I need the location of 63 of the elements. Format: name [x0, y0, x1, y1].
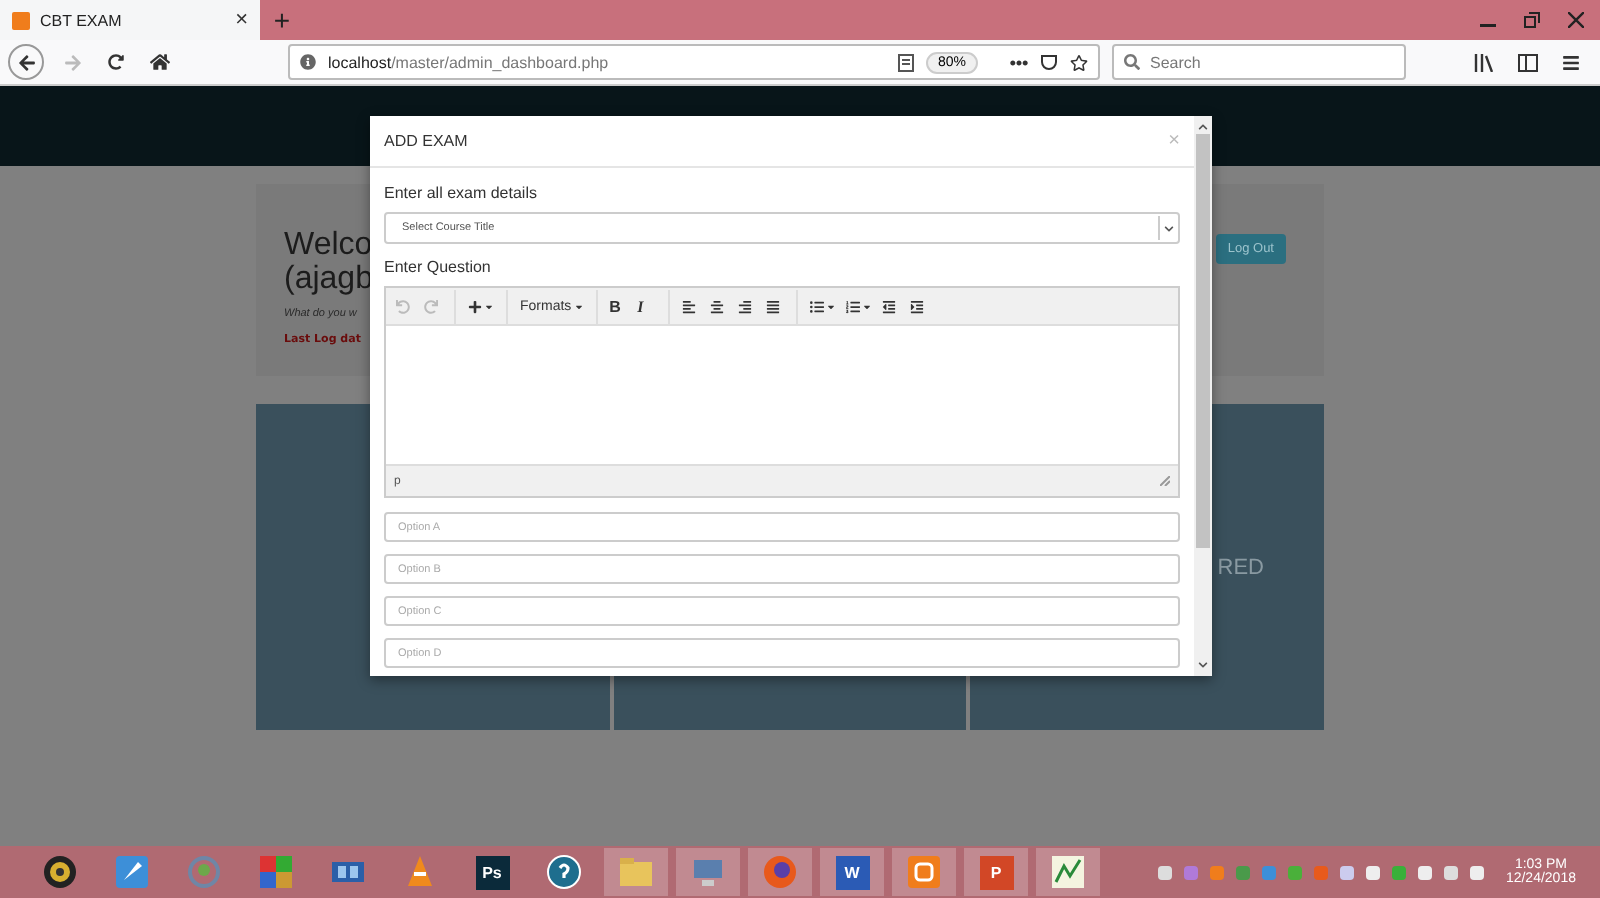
back-button[interactable] [8, 44, 44, 80]
reload-icon [108, 54, 124, 70]
taskbar-button[interactable] [1036, 848, 1100, 896]
browser-tab[interactable]: CBT EXAM × [0, 0, 260, 40]
align-left-icon [681, 299, 696, 313]
insert-icon [468, 299, 482, 313]
search-placeholder: Search [1150, 53, 1201, 71]
chevron-down-icon [1164, 223, 1174, 233]
tab-close-button[interactable]: × [235, 8, 248, 32]
chevron-down-icon[interactable] [1198, 660, 1208, 670]
justify-icon [765, 299, 780, 313]
help-icon[interactable] [546, 854, 582, 890]
sidebar-icon[interactable] [1518, 53, 1538, 71]
taskbar-button[interactable]: W [820, 848, 884, 896]
site-icon [12, 11, 30, 29]
align-center-icon [709, 299, 724, 313]
redo-icon [424, 299, 438, 313]
tile-label: RED [1217, 555, 1265, 579]
search-icon [1124, 54, 1140, 70]
align-right-icon [737, 299, 752, 313]
arrow-right-icon [63, 53, 81, 71]
field-label: Enter Question [384, 258, 493, 276]
caret-icon [825, 301, 836, 311]
caret-icon [861, 301, 872, 311]
app-logo: P [979, 855, 1013, 889]
menu-icon[interactable] [1562, 53, 1580, 71]
indent-icon [909, 299, 924, 313]
puzzle-icon[interactable] [258, 854, 294, 890]
numbers-icon [845, 299, 860, 313]
library-icon[interactable] [1474, 53, 1494, 71]
bookmark-star-icon[interactable] [1070, 53, 1088, 71]
url-text: localhost/master/admin_dashboard.php [328, 53, 611, 71]
app-logo: Ps [475, 855, 509, 889]
close-icon[interactable] [1568, 12, 1584, 28]
taskbar-button[interactable]: Ps [460, 848, 524, 896]
welcome-heading: Welco [284, 228, 373, 262]
taskbar-button[interactable]: P [964, 848, 1028, 896]
bold-button[interactable]: B [605, 292, 632, 320]
traffic-cone-icon[interactable] [402, 854, 438, 890]
caret-icon [484, 301, 494, 311]
info-icon [300, 54, 316, 70]
italic-button[interactable]: I [633, 292, 660, 320]
chevron-up-icon[interactable] [1198, 122, 1208, 132]
restore-icon[interactable] [1524, 12, 1540, 28]
search-field[interactable]: Search [1112, 44, 1406, 80]
field-label: Enter all exam details [384, 184, 539, 202]
pocket-icon[interactable] [1040, 53, 1058, 71]
bullets-icon [809, 299, 824, 313]
caret-icon [573, 301, 584, 311]
dialog-title: ADD EXAM [384, 132, 468, 150]
new-tab-button[interactable]: + [260, 0, 304, 40]
chart-icon[interactable] [1050, 854, 1086, 890]
scrollbar[interactable] [1194, 116, 1212, 676]
outdent-icon [881, 299, 896, 313]
computer-icon[interactable] [690, 854, 726, 890]
app-logo: W [835, 855, 869, 889]
arrow-left-icon [17, 53, 35, 71]
tab-title: CBT EXAM [40, 11, 124, 29]
undo-icon [396, 299, 410, 313]
home-icon [150, 52, 170, 72]
reader-view-icon[interactable] [897, 53, 914, 71]
resize-handle-icon[interactable] [1160, 476, 1170, 486]
welcome-heading: (ajagb [284, 262, 373, 296]
